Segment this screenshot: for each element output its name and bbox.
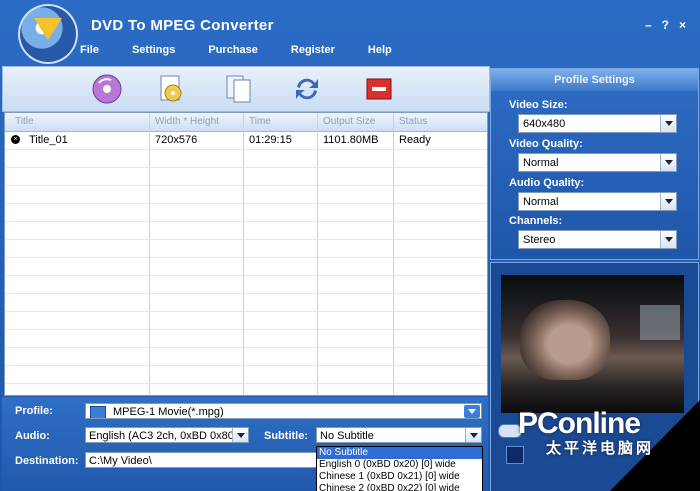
menu-file[interactable]: File xyxy=(80,44,99,56)
preview-highlight xyxy=(640,305,680,340)
chevron-down-icon[interactable] xyxy=(660,115,676,132)
channels-value: Stereo xyxy=(523,234,556,246)
audio-label: Audio: xyxy=(15,430,50,442)
profile-value: MPEG-1 Movie(*.mpg) xyxy=(113,406,224,418)
chevron-down-icon[interactable] xyxy=(660,193,676,210)
menu-purchase[interactable]: Purchase xyxy=(208,44,258,56)
list-header: Title Width * Height Time Output Size St… xyxy=(5,113,487,132)
subtitle-option[interactable]: Chinese 1 (0xBD 0x21) [0] wide xyxy=(317,471,482,483)
refresh-arrows-icon[interactable] xyxy=(291,73,323,105)
table-row xyxy=(5,294,487,312)
table-row xyxy=(5,204,487,222)
subtitle-option[interactable]: No Subtitle xyxy=(317,447,482,459)
table-row xyxy=(5,348,487,366)
subtitle-value: No Subtitle xyxy=(320,430,374,442)
table-row xyxy=(5,312,487,330)
channels-select[interactable]: Stereo xyxy=(518,230,677,249)
window-title: DVD To MPEG Converter xyxy=(91,17,274,34)
menu-register[interactable]: Register xyxy=(291,44,335,56)
subtitle-option[interactable]: Chinese 2 (0xBD 0x22) [0] wide xyxy=(317,483,482,491)
column-output-size[interactable]: Output Size xyxy=(323,116,375,127)
audio-quality-value: Normal xyxy=(523,196,559,208)
help-button[interactable]: ? xyxy=(662,18,669,32)
watermark-subtitle: 太平洋电脑网 xyxy=(546,440,655,457)
video-size-label: Video Size: xyxy=(509,99,568,111)
table-row[interactable]: × Title_01 720x576 01:29:15 1101.80MB Re… xyxy=(5,132,487,150)
row-title: Title_01 xyxy=(29,134,68,146)
dvd-disc-icon[interactable] xyxy=(91,73,123,105)
audio-select[interactable]: English (AC3 2ch, 0xBD 0x80) [0 xyxy=(85,427,249,443)
chevron-down-icon[interactable] xyxy=(232,428,248,442)
subtitle-option[interactable]: English 0 (0xBD 0x20) [0] wide xyxy=(317,459,482,471)
open-file-icon[interactable] xyxy=(155,73,187,105)
video-quality-value: Normal xyxy=(523,157,559,169)
chevron-down-icon[interactable] xyxy=(660,154,676,171)
table-row xyxy=(5,222,487,240)
profile-label: Profile: xyxy=(15,405,53,417)
copy-pages-icon[interactable] xyxy=(223,73,255,105)
destination-input[interactable]: C:\My Video\ xyxy=(85,452,317,468)
stop-icon[interactable] xyxy=(363,73,395,105)
film-icon xyxy=(90,406,106,418)
main-window: DVD To MPEG Converter – ? × File Setting… xyxy=(0,0,700,491)
profile-settings-header: Profile Settings xyxy=(491,69,698,91)
play-button[interactable] xyxy=(506,446,524,464)
table-row xyxy=(5,276,487,294)
toolbar xyxy=(2,66,490,112)
row-output: 1101.80MB xyxy=(323,134,379,146)
window-controls: – ? × xyxy=(645,18,686,32)
chevron-down-icon[interactable] xyxy=(660,231,676,248)
table-row xyxy=(5,168,487,186)
destination-label: Destination: xyxy=(15,455,79,467)
profile-select[interactable]: MPEG-1 Movie(*.mpg) xyxy=(85,403,482,419)
subtitle-label: Subtitle: xyxy=(264,430,308,442)
video-quality-label: Video Quality: xyxy=(509,138,583,150)
audio-quality-select[interactable]: Normal xyxy=(518,192,677,211)
subtitle-dropdown-list: No Subtitle English 0 (0xBD 0x20) [0] wi… xyxy=(316,446,483,491)
subtitle-select[interactable]: No Subtitle xyxy=(316,427,482,443)
audio-value: English (AC3 2ch, 0xBD 0x80) [0 xyxy=(89,430,249,442)
table-row xyxy=(5,330,487,348)
watermark-brand: PConline xyxy=(518,407,641,440)
column-title[interactable]: Title xyxy=(15,116,34,127)
table-row xyxy=(5,240,487,258)
menu-bar: File Settings Purchase Register Help xyxy=(80,44,425,56)
video-size-value: 640x480 xyxy=(523,118,566,130)
table-row xyxy=(5,186,487,204)
title-list: Title Width * Height Time Output Size St… xyxy=(4,112,488,396)
logo-arrow-icon xyxy=(34,18,62,40)
row-check-icon[interactable]: × xyxy=(11,135,20,144)
column-status[interactable]: Status xyxy=(399,116,427,127)
column-size[interactable]: Width * Height xyxy=(155,116,219,127)
minimize-button[interactable]: – xyxy=(645,18,652,32)
preview-frame-image xyxy=(520,300,610,380)
chevron-down-icon[interactable] xyxy=(465,428,481,442)
column-time[interactable]: Time xyxy=(249,116,271,127)
row-size: 720x576 xyxy=(155,134,198,146)
destination-value: C:\My Video\ xyxy=(89,455,152,467)
video-size-select[interactable]: 640x480 xyxy=(518,114,677,133)
audio-quality-label: Audio Quality: xyxy=(509,177,585,189)
table-row xyxy=(5,258,487,276)
chevron-down-icon[interactable] xyxy=(464,405,480,418)
table-row xyxy=(5,150,487,168)
video-quality-select[interactable]: Normal xyxy=(518,153,677,172)
close-button[interactable]: × xyxy=(679,18,686,32)
menu-help[interactable]: Help xyxy=(368,44,392,56)
row-status: Ready xyxy=(399,134,431,146)
row-time: 01:29:15 xyxy=(249,134,292,146)
menu-settings[interactable]: Settings xyxy=(132,44,175,56)
table-row xyxy=(5,366,487,384)
channels-label: Channels: xyxy=(509,215,563,227)
